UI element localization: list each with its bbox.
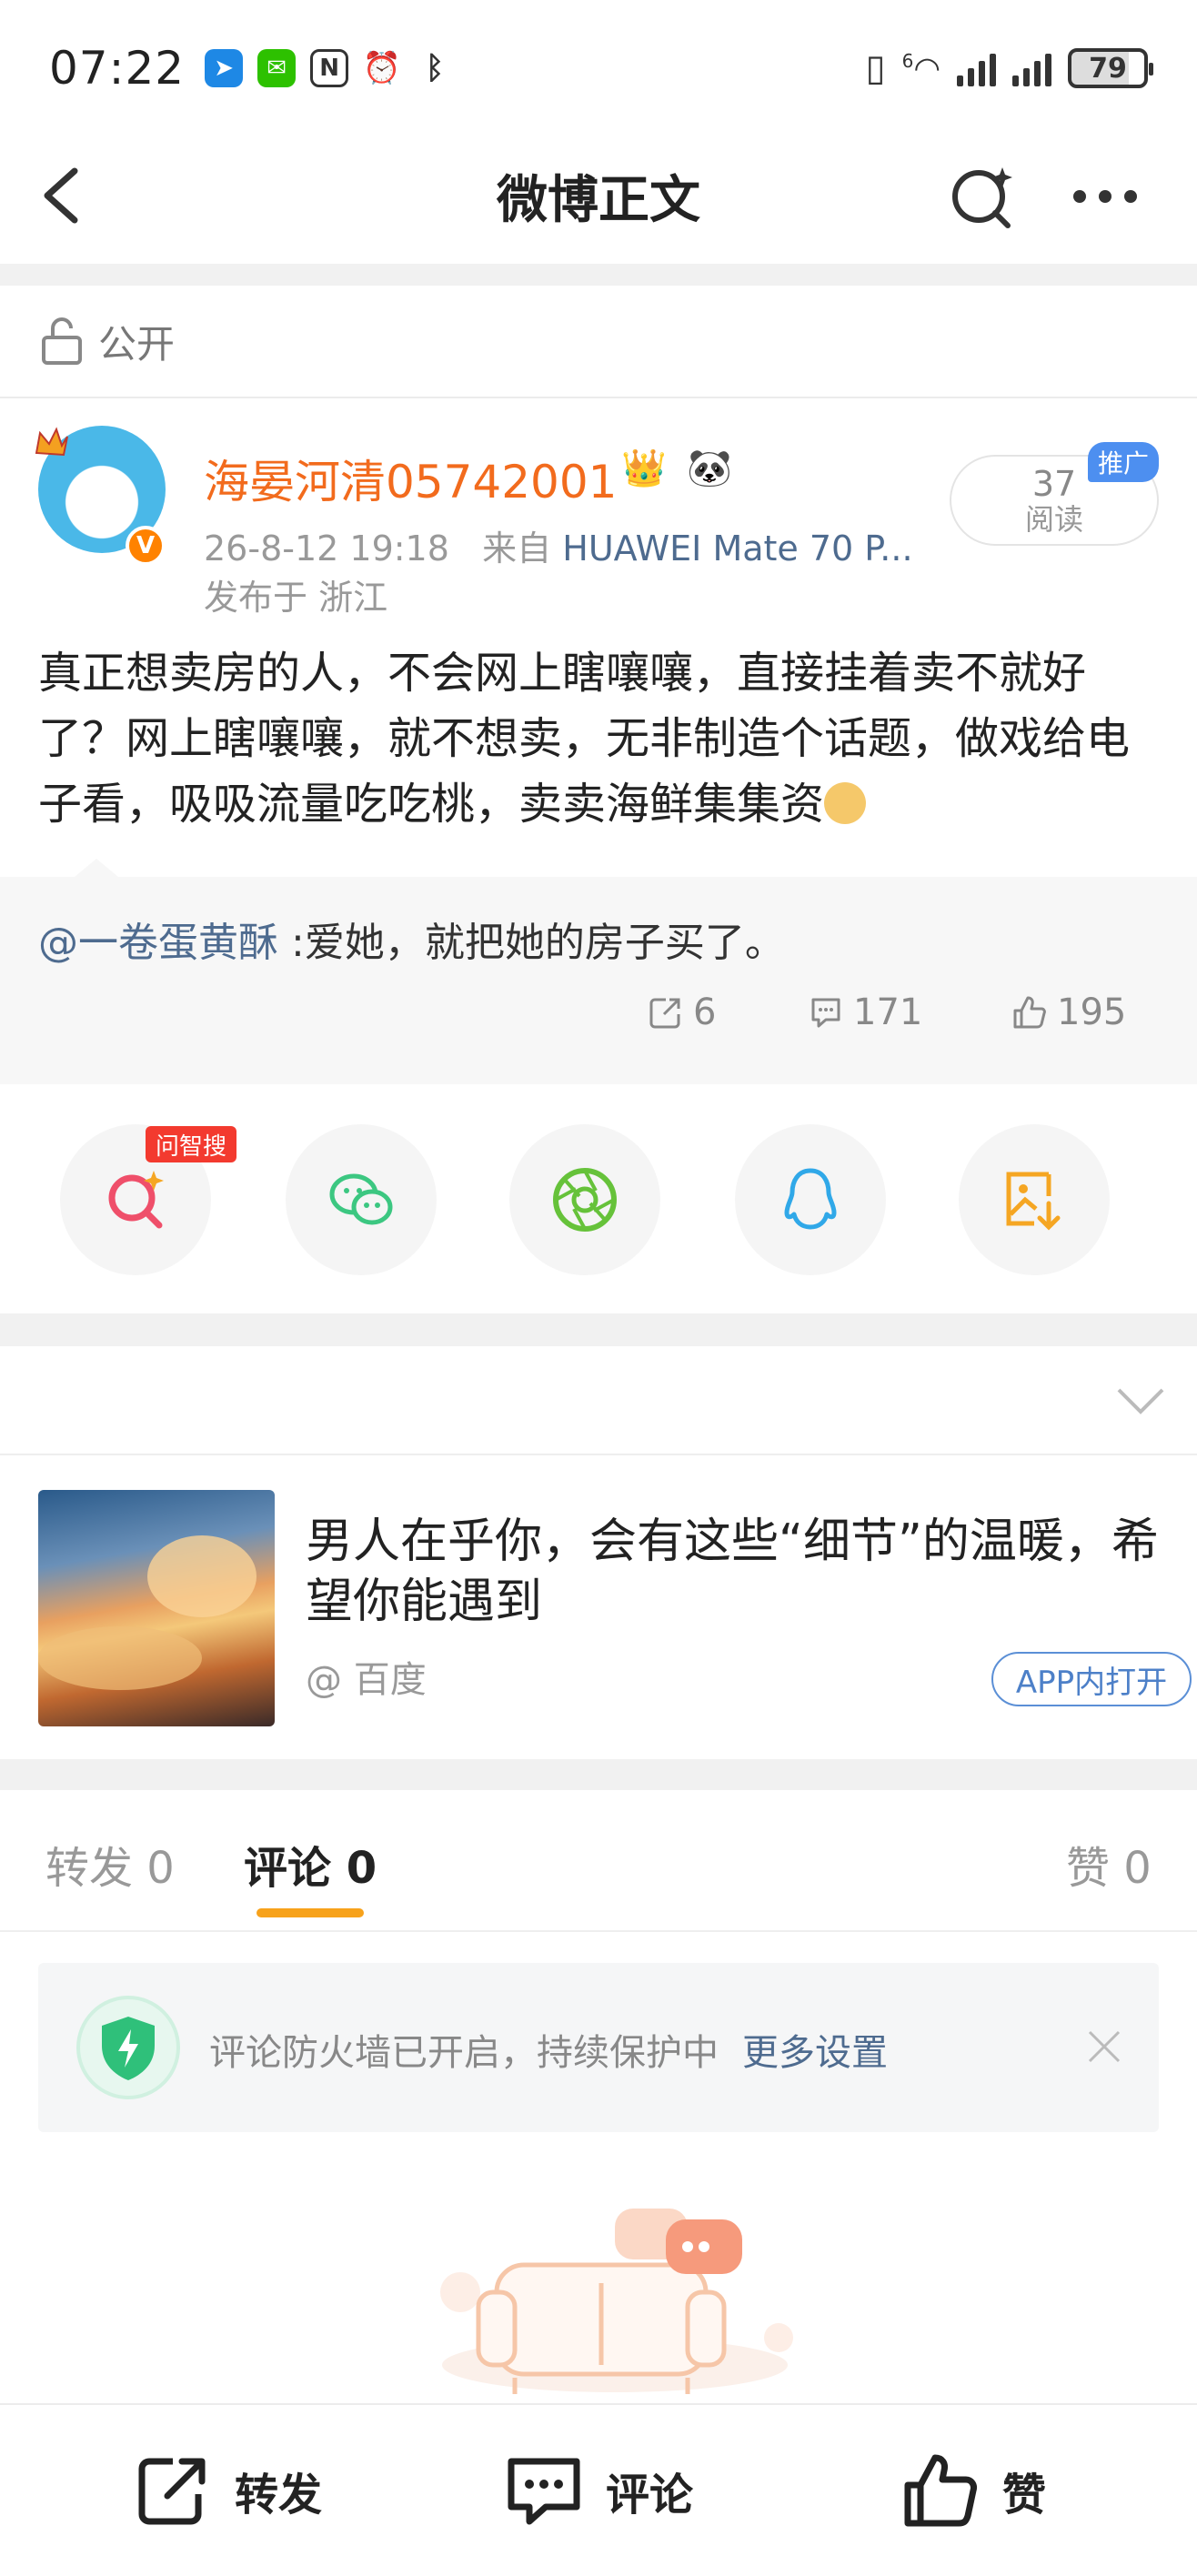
ai-search-icon xyxy=(108,1171,164,1229)
save-image-icon xyxy=(1006,1172,1061,1231)
nfc-icon: N xyxy=(310,49,349,87)
bluetooth-icon: ᛒ xyxy=(416,49,455,87)
ad-thumbnail-image xyxy=(38,1490,275,1726)
unlock-icon xyxy=(42,317,82,365)
share-row: 问智搜 xyxy=(0,1088,1197,1310)
post-author-header: V 海晏河清05742001 👑 🐼 26-8-12 19:18 来自 HUAW… xyxy=(0,406,1197,624)
divider xyxy=(0,264,1197,286)
repost-button[interactable]: 转发 xyxy=(133,2450,322,2531)
visibility-row: 公开 xyxy=(0,286,1197,398)
thumbs-up-icon xyxy=(904,2454,977,2527)
page-title: 微博正文 xyxy=(497,170,700,230)
top-nav-bar: 微博正文 xyxy=(0,136,1197,255)
tab-comment[interactable]: 评论 0 xyxy=(244,1832,377,1896)
moments-icon xyxy=(553,1168,617,1232)
signal-bars-icon xyxy=(957,50,996,86)
qq-icon xyxy=(784,1168,837,1230)
retweet-content: @一卷蛋黄酥 :爱她，就把她的房子买了。 xyxy=(38,920,785,966)
open-in-app-button[interactable]: APP内打开 xyxy=(991,1652,1192,1706)
repost-icon xyxy=(649,998,680,1029)
repost-icon xyxy=(138,2458,206,2525)
search-icon[interactable] xyxy=(948,164,1017,229)
author-name[interactable]: 海晏河清05742001 xyxy=(204,446,618,511)
ad-card[interactable]: 男人在乎你，会有这些“细节”的温暖，希望你能遇到 @ 百度 APP内打开 xyxy=(0,1457,1197,1757)
nav-app-icon: ➤ xyxy=(205,49,244,87)
empty-comments-illustration xyxy=(440,2209,793,2394)
device-link[interactable]: HUAWEI Mate 70 P... xyxy=(562,528,912,569)
divider xyxy=(0,1313,1197,1346)
comment-button[interactable]: 评论 xyxy=(504,2450,693,2531)
read-label: 阅读 xyxy=(1024,502,1083,537)
share-wechat-button[interactable] xyxy=(286,1124,437,1275)
wifi-icon: 6◠ xyxy=(901,49,940,87)
wechat-icon xyxy=(329,1173,393,1225)
post-location: 发布于 浙江 xyxy=(204,578,388,618)
panda-icon: 🐼 xyxy=(687,447,732,489)
battery-icon: 79 xyxy=(1068,48,1153,88)
status-bar: 07:22 ➤ ✉ N ⏰ ᛒ ▯ 6◠ 79 xyxy=(0,0,1197,136)
interaction-tabs: 转发 0 评论 0 赞 0 xyxy=(0,1790,1197,1932)
alarm-icon: ⏰ xyxy=(362,49,402,87)
active-tab-indicator xyxy=(256,1908,364,1917)
thumbs-up-icon xyxy=(1013,996,1046,1029)
tab-repost[interactable]: 转发 0 xyxy=(45,1832,175,1896)
post-text: 真正想卖房的人，不会网上瞎嚷嚷，直接挂着卖不就好了？网上瞎嚷嚷，就不想卖，无非制… xyxy=(38,648,1131,830)
doge-emoji-icon xyxy=(824,782,867,824)
wechat-notification-icon: ✉ xyxy=(257,49,297,87)
comment-firewall-banner: 评论防火墙已开启，持续保护中 更多设置 xyxy=(38,1963,1159,2132)
divider xyxy=(0,1759,1197,1790)
retweeted-post[interactable]: @一卷蛋黄酥 :爱她，就把她的房子买了。 6 171 195 xyxy=(0,859,1197,1084)
share-moments-button[interactable] xyxy=(509,1124,660,1275)
retweet-comment-stat[interactable]: 171 xyxy=(808,991,922,1033)
vibrate-icon: ▯ xyxy=(865,47,886,89)
retweet-like-stat[interactable]: 195 xyxy=(1011,991,1126,1033)
retweet-user-link[interactable]: @一卷蛋黄酥 xyxy=(38,920,278,966)
more-options-icon[interactable] xyxy=(1073,184,1146,209)
bottom-action-bar: 转发 评论 赞 xyxy=(0,2403,1197,2576)
read-count: 37 xyxy=(1031,464,1077,504)
like-button[interactable]: 赞 xyxy=(900,2450,1046,2531)
retweet-stats: 6 171 195 xyxy=(0,991,1197,1055)
comment-icon xyxy=(508,2458,580,2525)
ask-ai-tag: 问智搜 xyxy=(146,1126,236,1162)
fan-badge-icon xyxy=(35,427,68,457)
shield-icon xyxy=(76,1996,180,2099)
back-arrow-icon[interactable] xyxy=(36,166,91,226)
close-icon[interactable] xyxy=(1084,2027,1124,2067)
ad-title: 男人在乎你，会有这些“细节”的温暖，希望你能遇到 xyxy=(306,1514,1159,1629)
signal-bars-icon xyxy=(1012,50,1051,86)
ad-source: @ 百度 xyxy=(306,1659,427,1701)
save-image-button[interactable] xyxy=(959,1124,1110,1275)
retweet-repost-stat[interactable]: 6 xyxy=(648,991,716,1033)
ad-collapse-row xyxy=(0,1346,1197,1455)
tab-like[interactable]: 赞 0 xyxy=(1066,1832,1152,1896)
share-qq-button[interactable] xyxy=(735,1124,886,1275)
status-time: 07:22 xyxy=(49,42,186,95)
comment-icon xyxy=(811,998,840,1028)
firewall-message: 评论防火墙已开启，持续保护中 更多设置 xyxy=(209,2032,888,2074)
status-app-icons: ➤ ✉ N ⏰ ᛒ xyxy=(205,49,455,87)
crown-icon: 👑 xyxy=(621,447,667,489)
visibility-label: 公开 xyxy=(98,321,176,367)
verified-badge: V xyxy=(126,526,166,566)
post-meta: 26-8-12 19:18 来自 HUAWEI Mate 70 P... xyxy=(204,528,913,569)
chevron-down-icon[interactable] xyxy=(1115,1384,1166,1417)
author-badges: 👑 🐼 xyxy=(619,442,735,493)
more-settings-link[interactable]: 更多设置 xyxy=(742,2032,888,2074)
promote-badge[interactable]: 推广 xyxy=(1088,442,1159,482)
